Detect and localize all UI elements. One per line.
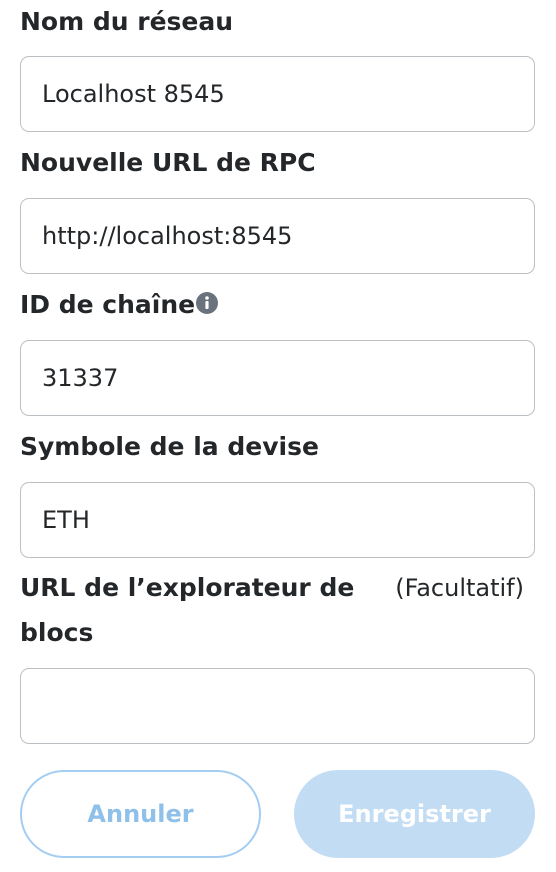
chain-id-label: ID de chaîne — [20, 290, 196, 319]
chain-id-input[interactable] — [20, 340, 535, 416]
rpc-url-label: Nouvelle URL de RPC — [20, 148, 316, 177]
info-icon[interactable] — [196, 292, 218, 314]
save-button[interactable]: Enregistrer — [294, 770, 535, 858]
currency-symbol-input[interactable] — [20, 482, 535, 558]
block-explorer-input[interactable] — [20, 668, 535, 744]
block-explorer-label-cont: blocs — [20, 618, 94, 647]
cancel-button[interactable]: Annuler — [20, 770, 261, 858]
network-name-input[interactable] — [20, 56, 535, 132]
network-name-label: Nom du réseau — [20, 7, 234, 36]
currency-symbol-label: Symbole de la devise — [20, 432, 319, 461]
rpc-url-input[interactable] — [20, 198, 535, 274]
optional-hint: (Facultatif) — [395, 574, 524, 602]
block-explorer-label: URL de l’explorateur de — [20, 573, 355, 602]
network-form: Nom du réseau Nouvelle URL de RPC ID de … — [0, 0, 556, 872]
